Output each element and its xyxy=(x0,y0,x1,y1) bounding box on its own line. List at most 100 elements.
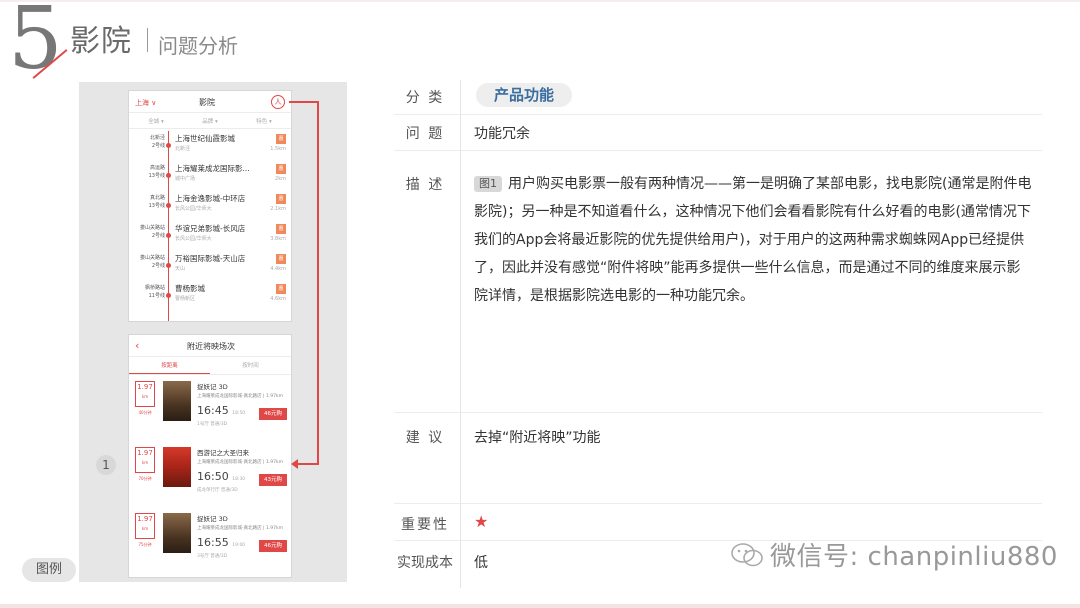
title-separator xyxy=(147,28,148,52)
buy-button[interactable]: 43元购 xyxy=(259,474,287,486)
example-label: 图例 xyxy=(22,558,76,582)
cinema-row[interactable]: 娄山关路站 2号线 华谊兄弟影城-长风店 长风公园/华师大 惠 3.8km xyxy=(129,221,291,251)
user-icon[interactable]: 人 xyxy=(271,95,285,109)
table-rule xyxy=(394,150,1042,151)
section-number: 5 xyxy=(8,0,63,89)
cinema-distance: 1.5km xyxy=(270,146,286,152)
timeline-dot xyxy=(166,203,171,208)
city-selector[interactable]: 上海 ∨ xyxy=(135,98,156,108)
movie-poster xyxy=(163,513,191,553)
cinema-list-topbar: 上海 ∨ 影院 人 xyxy=(129,91,291,113)
importance-star-icon: ★ xyxy=(474,512,489,531)
movie-title: 西游记之大圣归来 xyxy=(197,449,249,457)
walk-time: 75分钟 xyxy=(138,542,152,547)
page-header: 5 影院 问题分析 xyxy=(0,0,1080,89)
cinema-list-title: 影院 xyxy=(199,98,215,107)
wechat-icon xyxy=(731,543,763,567)
table-divider-vertical xyxy=(460,80,461,588)
cinema-distance: 2.1km xyxy=(270,206,286,212)
cinema-area: 北新泾 xyxy=(175,146,191,152)
cinema-row[interactable]: 北新泾 2号线 上海世纪仙霞影城 北新泾 惠 1.5km xyxy=(129,131,291,161)
hall-info: 3号厅 普通/3D xyxy=(197,554,228,559)
distance-box: 1.97 km xyxy=(135,447,155,473)
showtime-card[interactable]: 1.97 km 75分钟 捉妖记 3D 上海耀莱成龙国际影城-真北路店 | 1.97km… xyxy=(131,509,291,573)
cinema-area: 长风公园/华师大 xyxy=(175,206,212,212)
tab-by-time[interactable]: 按时间 xyxy=(210,357,291,374)
cinema-info: 上海耀莱成龙国际影城-真北路店 | 1.97km xyxy=(197,526,284,531)
metro-station: 枫桥路站 11号线 xyxy=(144,285,165,299)
cinema-list-screen: 上海 ∨ 影院 人 全城 ▾ 品牌 ▾ 特色 ▾ 北新泾 2号线 上海世纪仙霞影城北… xyxy=(128,90,292,322)
showtimes-title: 附近将映场次 xyxy=(187,342,235,351)
page-subtitle: 问题分析 xyxy=(158,34,238,58)
filter-feature[interactable]: 特色 ▾ xyxy=(256,117,272,125)
watermark-text: 微信号: chanpinliu880 xyxy=(770,542,1058,572)
timeline-dot xyxy=(166,233,171,238)
cost-label: 实现成本 xyxy=(397,555,453,571)
cinema-name: 上海世纪仙霞影城 xyxy=(175,134,235,143)
cinema-name: 上海金逸影城-中环店 xyxy=(175,194,246,203)
showtime-card[interactable]: 1.97 km 70分钟 西游记之大圣归来 上海耀莱成龙国际影城-真北路店 | 1.97… xyxy=(131,443,291,507)
distance-box: 1.97 km xyxy=(135,513,155,539)
tab-by-distance[interactable]: 按距离 xyxy=(129,357,210,374)
movie-poster xyxy=(163,447,191,487)
hall-info: 成龙单行厅 普通/3D xyxy=(197,488,238,493)
showtimes-topbar: ‹ 附近将映场次 xyxy=(129,335,291,357)
table-rule xyxy=(394,503,1042,504)
walk-time: 40分钟 xyxy=(138,410,152,415)
discount-badge: 惠 xyxy=(276,134,286,144)
discount-badge: 惠 xyxy=(276,164,286,174)
cinema-distance: 4.6km xyxy=(270,296,286,302)
metro-station: 娄山关路站 2号线 xyxy=(139,255,165,269)
figure-tag: 图1 xyxy=(474,176,502,192)
connector-line-top xyxy=(289,101,318,103)
timeline-dot xyxy=(166,293,171,298)
cinema-distance: 3.8km xyxy=(270,236,286,242)
showtime-card[interactable]: 1.97 km 40分钟 捉妖记 3D 上海耀莱成龙国际影城-真北路店 | 1.97km… xyxy=(131,377,291,441)
cinema-name: 华谊兄弟影城-长风店 xyxy=(175,224,246,233)
buy-button[interactable]: 46元购 xyxy=(259,540,287,552)
cinema-info: 上海耀莱成龙国际影城-真北路店 | 1.97km xyxy=(197,394,284,399)
category-label: 分 类 xyxy=(405,90,445,106)
timeline-dot xyxy=(166,173,171,178)
timeline-dot xyxy=(166,263,171,268)
back-icon[interactable]: ‹ xyxy=(135,339,139,352)
cinema-info: 上海耀莱成龙国际影城-真北路店 | 1.97km xyxy=(197,460,284,465)
category-badge: 产品功能 xyxy=(476,83,572,107)
movie-poster xyxy=(163,381,191,421)
connector-line-bottom xyxy=(296,463,319,465)
show-time: 16:50 18:30 xyxy=(197,470,246,483)
nearby-showtimes-screen: ‹ 附近将映场次 按距离 按时间 1.97 km 40分钟捉妖记 3D 上海耀莱成龙国… xyxy=(128,334,292,578)
metro-station: 高运路 13号线 xyxy=(148,165,165,179)
description-value: 图1 用户购买电影票一般有两种情况——第一是明确了某部电影，找电影院(通常是附件电… xyxy=(474,170,1034,310)
hall-info: 1号厅 普通/3D xyxy=(197,422,228,427)
movie-title: 捉妖记 3D xyxy=(197,515,228,523)
arrow-left-icon xyxy=(291,459,298,469)
distance-box: 1.97 km xyxy=(135,381,155,407)
discount-badge: 惠 xyxy=(276,224,286,234)
suggestion-label: 建 议 xyxy=(405,430,445,446)
cinema-row[interactable]: 真北路 13号线 上海金逸影城-中环店 长风公园/华师大 惠 2.1km xyxy=(129,191,291,221)
cinema-area: 天山 xyxy=(175,266,186,272)
metro-station: 北新泾 2号线 xyxy=(149,135,165,149)
bottom-rule xyxy=(0,604,1080,608)
discount-badge: 惠 xyxy=(276,194,286,204)
description-label: 描 述 xyxy=(405,177,445,193)
buy-button[interactable]: 46元购 xyxy=(259,408,287,420)
cinema-area: 城中广场 xyxy=(175,176,196,182)
problem-label: 问 题 xyxy=(405,126,445,142)
importance-label: 重要性 xyxy=(401,517,449,533)
cinema-name: 万裕国际影城-天山店 xyxy=(175,254,246,263)
filter-area[interactable]: 全城 ▾ xyxy=(148,117,164,125)
cinema-row[interactable]: 枫桥路站 11号线 曹杨影城 曹杨新区 惠 4.6km xyxy=(129,281,291,311)
table-rule xyxy=(394,114,1042,115)
cinema-area: 曹杨新区 xyxy=(175,296,196,302)
showtimes-tabs: 按距离 按时间 xyxy=(129,357,291,375)
suggestion-value: 去掉“附近将映”功能 xyxy=(474,430,601,446)
figure-marker: 1 xyxy=(96,455,116,475)
metro-station: 真北路 13号线 xyxy=(148,195,165,209)
filter-bar: 全城 ▾ 品牌 ▾ 特色 ▾ xyxy=(129,113,291,129)
cinema-row[interactable]: 娄山关路站 2号线 万裕国际影城-天山店 天山 惠 4.4km xyxy=(129,251,291,281)
description-text: 用户购买电影票一般有两种情况——第一是明确了某部电影，找电影院(通常是附件电影院… xyxy=(474,176,1032,304)
filter-brand[interactable]: 品牌 ▾ xyxy=(202,117,218,125)
cinema-row[interactable]: 高运路 13号线 上海耀莱成龙国际影... 城中广场 惠 2km xyxy=(129,161,291,191)
